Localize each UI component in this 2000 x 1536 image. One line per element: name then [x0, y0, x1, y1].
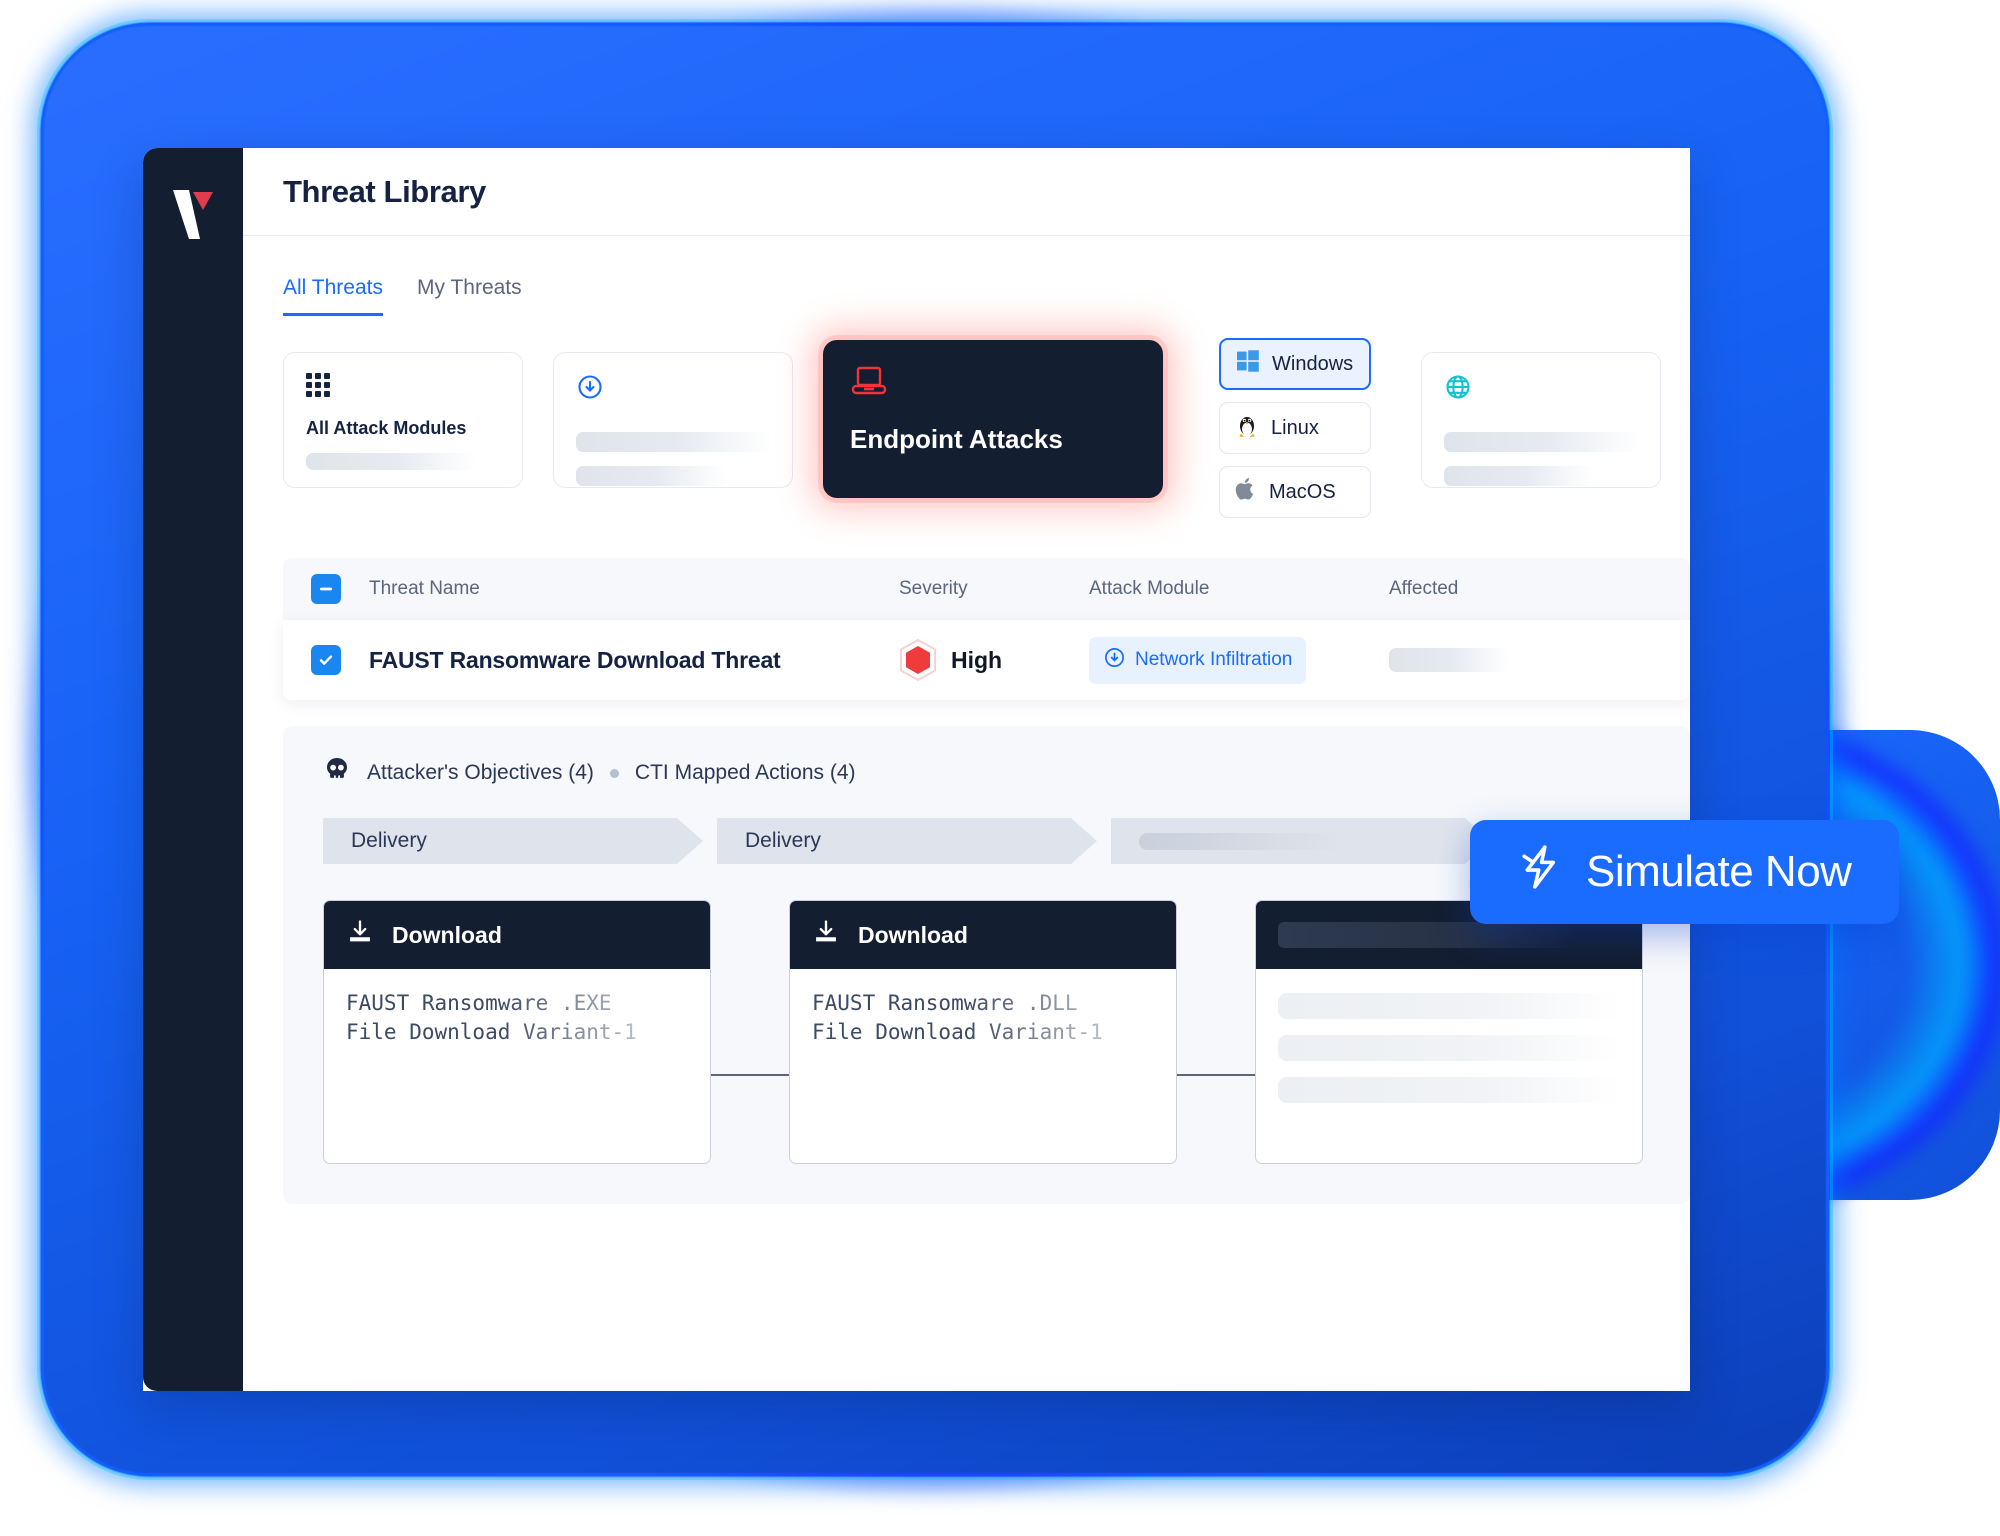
sidebar	[143, 148, 243, 1391]
os-button-label: Windows	[1272, 352, 1354, 375]
select-all-cell[interactable]	[283, 574, 369, 604]
os-button-windows[interactable]: Windows	[1219, 338, 1371, 390]
action-card-header: Download	[790, 901, 1176, 969]
download-tray-icon	[812, 918, 840, 952]
os-filter-group: Windows Linux MacOS	[1219, 338, 1371, 518]
phase-chip-skeleton[interactable]	[1111, 818, 1491, 864]
column-header-attack-module[interactable]: Attack Module	[1089, 578, 1389, 600]
threat-detail-panel: Attacker's Objectives (4) CTI Mapped Act…	[283, 726, 1690, 1204]
linux-penguin-icon	[1235, 412, 1259, 444]
download-circle-icon	[576, 375, 604, 405]
filter-card-skeleton-line	[1444, 432, 1639, 452]
action-card-row: Download FAUST Ransomware .EXE File Down…	[323, 900, 1690, 1164]
filter-card-endpoint-attacks[interactable]: Endpoint Attacks	[823, 340, 1163, 498]
action-card[interactable]: Download FAUST Ransomware .DLL File Down…	[789, 900, 1177, 1164]
content-area: All Threats My Threats All Attack Module…	[243, 236, 1690, 1391]
tab-all-threats[interactable]: All Threats	[283, 276, 383, 316]
filter-card-all-attack-modules[interactable]: All Attack Modules	[283, 352, 523, 488]
filter-card-row: All Attack Modules Endpoint Attacks Wind…	[243, 316, 1690, 518]
card-connector-line	[711, 1074, 789, 1076]
cell-severity: High	[899, 638, 1089, 682]
globe-icon	[1444, 375, 1472, 405]
indeterminate-checkbox-icon[interactable]	[311, 574, 341, 604]
column-header-affected[interactable]: Affected	[1389, 578, 1690, 600]
objectives-header: Attacker's Objectives (4) CTI Mapped Act…	[323, 756, 1690, 790]
tab-bar: All Threats My Threats	[243, 236, 1690, 316]
threat-name-text: FAUST Ransomware Download Threat	[369, 646, 781, 673]
row-select-cell[interactable]	[283, 645, 369, 675]
attack-module-label: Network Infiltration	[1135, 649, 1293, 670]
phase-chip[interactable]: Delivery	[717, 818, 1097, 864]
cell-threat-name: FAUST Ransomware Download Threat	[369, 647, 899, 674]
os-button-label: MacOS	[1269, 480, 1336, 503]
simulate-now-button[interactable]: Simulate Now	[1470, 820, 1900, 924]
affected-skeleton	[1389, 648, 1509, 672]
phase-chip[interactable]: Delivery	[323, 818, 703, 864]
app-window: Threat Library All Threats My Threats Al…	[143, 148, 1690, 1391]
table-header-row: Threat Name Severity Attack Module Affec…	[283, 558, 1690, 620]
simulate-now-label: Simulate Now	[1586, 847, 1852, 896]
action-card[interactable]: Download FAUST Ransomware .EXE File Down…	[323, 900, 711, 1164]
body-skeleton-bar	[1278, 993, 1620, 1019]
action-card-line-1: FAUST Ransomware .EXE	[346, 991, 612, 1015]
chip-skeleton-bar	[1139, 833, 1344, 850]
table-row[interactable]: FAUST Ransomware Download Threat High Ne…	[283, 620, 1690, 700]
separator-dot-icon	[609, 768, 619, 778]
red-hexagon-icon	[899, 638, 937, 682]
filter-card-skeleton-line	[576, 432, 771, 452]
picus-v-logo-icon[interactable]	[167, 184, 219, 246]
filter-card-skeleton-line	[306, 453, 476, 470]
filter-card-skeleton-line	[576, 466, 726, 486]
attackers-objectives-label: Attacker's Objectives (4)	[367, 761, 594, 784]
action-card-header: Download	[324, 901, 710, 969]
cell-attack-module: Network Infiltration	[1089, 636, 1389, 684]
windows-icon	[1236, 349, 1260, 379]
attack-module-badge[interactable]: Network Infiltration	[1089, 636, 1307, 684]
os-button-linux[interactable]: Linux	[1219, 402, 1371, 454]
lightning-bolt-icon	[1518, 842, 1564, 903]
action-card-line-2: File Download Variant-1	[346, 1019, 637, 1044]
cell-affected	[1389, 648, 1690, 672]
action-card-body: FAUST Ransomware .EXE File Download Vari…	[324, 969, 710, 1109]
filter-card-skeleton-download[interactable]	[553, 352, 793, 488]
page-title: Threat Library	[283, 173, 486, 209]
action-card-body-skeleton	[1256, 969, 1642, 1163]
body-skeleton-bar	[1278, 1035, 1620, 1061]
laptop-icon	[850, 366, 888, 401]
action-card-line-2: File Download Variant-1	[812, 1019, 1103, 1044]
action-card-skeleton[interactable]	[1255, 900, 1643, 1164]
apple-icon	[1235, 476, 1257, 508]
filter-card-skeleton-globe[interactable]	[1421, 352, 1661, 488]
download-circle-icon	[1103, 646, 1126, 675]
header-skeleton-bar	[1278, 922, 1578, 948]
screenshot-stage: Threat Library All Threats My Threats Al…	[0, 0, 2000, 1536]
column-header-severity[interactable]: Severity	[899, 578, 1089, 600]
os-button-label: Linux	[1271, 416, 1319, 439]
card-connector-line	[1177, 1074, 1255, 1076]
grid-icon	[306, 373, 332, 403]
os-button-macos[interactable]: MacOS	[1219, 466, 1371, 518]
download-tray-icon	[346, 918, 374, 952]
filter-card-title: All Attack Modules	[306, 418, 467, 438]
column-header-threat-name[interactable]: Threat Name	[369, 578, 899, 600]
tab-my-threats[interactable]: My Threats	[417, 276, 522, 316]
action-card-title: Download	[392, 921, 502, 948]
action-card-body: FAUST Ransomware .DLL File Download Vari…	[790, 969, 1176, 1109]
threat-table: Threat Name Severity Attack Module Affec…	[243, 518, 1690, 700]
action-card-line-1: FAUST Ransomware .DLL	[812, 991, 1078, 1015]
main-column: Threat Library All Threats My Threats Al…	[243, 148, 1690, 1391]
cti-mapped-actions-label: CTI Mapped Actions (4)	[634, 761, 856, 784]
skull-icon	[323, 756, 351, 790]
body-skeleton-bar	[1278, 1077, 1620, 1103]
filter-card-skeleton-line	[1444, 466, 1594, 486]
filter-card-title: Endpoint Attacks	[850, 424, 1063, 454]
action-card-title: Download	[858, 921, 968, 948]
topbar: Threat Library	[243, 148, 1690, 236]
severity-label: High	[951, 646, 1003, 673]
checked-checkbox-icon[interactable]	[311, 645, 341, 675]
